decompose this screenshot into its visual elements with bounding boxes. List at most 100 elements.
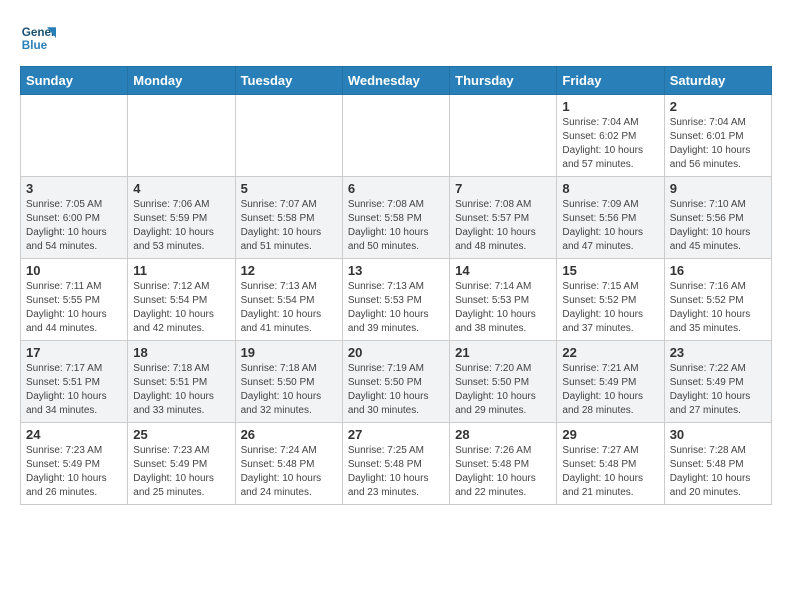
day-info: Sunrise: 7:27 AM Sunset: 5:48 PM Dayligh…: [562, 444, 658, 500]
calendar-cell: 10 Sunrise: 7:11 AM Sunset: 5:55 PM Dayli…: [21, 259, 128, 341]
day-number: 15: [562, 263, 658, 278]
calendar-cell: 23Sunrise: 7:22 AM Sunset: 5:49 PM Dayli…: [664, 341, 771, 423]
day-number: 18: [133, 345, 229, 360]
day-info: Sunrise: 7:20 AM Sunset: 5:50 PM Dayligh…: [455, 362, 551, 418]
calendar-cell: 18 Sunrise: 7:18 AM Sunset: 5:51 PM Dayli…: [128, 341, 235, 423]
day-number: 1: [562, 99, 658, 114]
calendar-cell: [450, 95, 557, 177]
col-header-monday: Monday: [128, 67, 235, 95]
day-info: Sunrise: 7:25 AM Sunset: 5:48 PM Dayligh…: [348, 444, 444, 500]
day-number: 28: [455, 427, 551, 442]
calendar-cell: 25Sunrise: 7:23 AM Sunset: 5:49 PM Dayli…: [128, 423, 235, 505]
day-number: 17: [26, 345, 122, 360]
calendar-cell: [235, 95, 342, 177]
day-info: Sunrise: 7:12 AM Sunset: 5:54 PM Dayligh…: [133, 280, 229, 336]
day-number: 10: [26, 263, 122, 278]
day-number: 4: [133, 181, 229, 196]
day-info: Sunrise: 7:15 AM Sunset: 5:52 PM Dayligh…: [562, 280, 658, 336]
day-number: 29: [562, 427, 658, 442]
calendar-cell: 15 Sunrise: 7:15 AM Sunset: 5:52 PM Dayli…: [557, 259, 664, 341]
day-info: Sunrise: 7:18 AM Sunset: 5:50 PM Dayligh…: [241, 362, 337, 418]
svg-text:Blue: Blue: [22, 39, 48, 52]
calendar-table: SundayMondayTuesdayWednesdayThursdayFrid…: [20, 66, 772, 505]
day-number: 19: [241, 345, 337, 360]
calendar-cell: 24 Sunrise: 7:23 AM Sunset: 5:49 PM Dayli…: [21, 423, 128, 505]
calendar-cell: [342, 95, 449, 177]
calendar-cell: 28 Sunrise: 7:26 AM Sunset: 5:48 PM Dayli…: [450, 423, 557, 505]
day-number: 21: [455, 345, 551, 360]
calendar-cell: 9Sunrise: 7:10 AM Sunset: 5:56 PM Daylig…: [664, 177, 771, 259]
calendar-cell: 20 Sunrise: 7:19 AM Sunset: 5:50 PM Dayli…: [342, 341, 449, 423]
calendar-cell: 2 Sunrise: 7:04 AM Sunset: 6:01 PM Daylig…: [664, 95, 771, 177]
calendar-cell: 7 Sunrise: 7:08 AM Sunset: 5:57 PM Daylig…: [450, 177, 557, 259]
day-number: 14: [455, 263, 551, 278]
calendar-cell: 6 Sunrise: 7:08 AM Sunset: 5:58 PM Daylig…: [342, 177, 449, 259]
day-number: 5: [241, 181, 337, 196]
calendar-cell: 13Sunrise: 7:13 AM Sunset: 5:53 PM Dayli…: [342, 259, 449, 341]
day-number: 6: [348, 181, 444, 196]
day-info: Sunrise: 7:08 AM Sunset: 5:58 PM Dayligh…: [348, 198, 444, 254]
logo: General Blue: [20, 20, 61, 56]
day-info: Sunrise: 7:14 AM Sunset: 5:53 PM Dayligh…: [455, 280, 551, 336]
calendar-header-row: SundayMondayTuesdayWednesdayThursdayFrid…: [21, 67, 772, 95]
day-info: Sunrise: 7:18 AM Sunset: 5:51 PM Dayligh…: [133, 362, 229, 418]
calendar-cell: 12 Sunrise: 7:13 AM Sunset: 5:54 PM Dayli…: [235, 259, 342, 341]
calendar-week-4: 24 Sunrise: 7:23 AM Sunset: 5:49 PM Dayli…: [21, 423, 772, 505]
col-header-sunday: Sunday: [21, 67, 128, 95]
calendar-week-2: 10 Sunrise: 7:11 AM Sunset: 5:55 PM Dayli…: [21, 259, 772, 341]
calendar-week-3: 17 Sunrise: 7:17 AM Sunset: 5:51 PM Dayli…: [21, 341, 772, 423]
calendar-cell: 8 Sunrise: 7:09 AM Sunset: 5:56 PM Daylig…: [557, 177, 664, 259]
day-info: Sunrise: 7:06 AM Sunset: 5:59 PM Dayligh…: [133, 198, 229, 254]
day-number: 30: [670, 427, 766, 442]
day-info: Sunrise: 7:26 AM Sunset: 5:48 PM Dayligh…: [455, 444, 551, 500]
day-number: 22: [562, 345, 658, 360]
calendar-cell: 21 Sunrise: 7:20 AM Sunset: 5:50 PM Dayli…: [450, 341, 557, 423]
day-info: Sunrise: 7:04 AM Sunset: 6:01 PM Dayligh…: [670, 116, 766, 172]
calendar-cell: 16 Sunrise: 7:16 AM Sunset: 5:52 PM Dayli…: [664, 259, 771, 341]
day-number: 11: [133, 263, 229, 278]
day-info: Sunrise: 7:13 AM Sunset: 5:54 PM Dayligh…: [241, 280, 337, 336]
calendar-cell: 27 Sunrise: 7:25 AM Sunset: 5:48 PM Dayli…: [342, 423, 449, 505]
calendar-cell: 17 Sunrise: 7:17 AM Sunset: 5:51 PM Dayli…: [21, 341, 128, 423]
calendar-cell: 11 Sunrise: 7:12 AM Sunset: 5:54 PM Dayli…: [128, 259, 235, 341]
calendar-cell: [128, 95, 235, 177]
calendar-cell: 14 Sunrise: 7:14 AM Sunset: 5:53 PM Dayli…: [450, 259, 557, 341]
day-info: Sunrise: 7:24 AM Sunset: 5:48 PM Dayligh…: [241, 444, 337, 500]
calendar-cell: 5 Sunrise: 7:07 AM Sunset: 5:58 PM Daylig…: [235, 177, 342, 259]
day-number: 12: [241, 263, 337, 278]
day-number: 3: [26, 181, 122, 196]
day-number: 24: [26, 427, 122, 442]
page-header: General Blue: [20, 20, 772, 56]
day-info: Sunrise: 7:05 AM Sunset: 6:00 PM Dayligh…: [26, 198, 122, 254]
calendar-week-1: 3 Sunrise: 7:05 AM Sunset: 6:00 PM Daylig…: [21, 177, 772, 259]
day-info: Sunrise: 7:08 AM Sunset: 5:57 PM Dayligh…: [455, 198, 551, 254]
day-number: 16: [670, 263, 766, 278]
day-info: Sunrise: 7:09 AM Sunset: 5:56 PM Dayligh…: [562, 198, 658, 254]
day-info: Sunrise: 7:11 AM Sunset: 5:55 PM Dayligh…: [26, 280, 122, 336]
day-info: Sunrise: 7:17 AM Sunset: 5:51 PM Dayligh…: [26, 362, 122, 418]
day-number: 9: [670, 181, 766, 196]
logo-icon: General Blue: [20, 20, 56, 56]
day-number: 7: [455, 181, 551, 196]
col-header-thursday: Thursday: [450, 67, 557, 95]
day-number: 20: [348, 345, 444, 360]
day-info: Sunrise: 7:19 AM Sunset: 5:50 PM Dayligh…: [348, 362, 444, 418]
day-number: 13: [348, 263, 444, 278]
calendar-week-0: 1 Sunrise: 7:04 AM Sunset: 6:02 PM Daylig…: [21, 95, 772, 177]
calendar-cell: 22 Sunrise: 7:21 AM Sunset: 5:49 PM Dayli…: [557, 341, 664, 423]
calendar-cell: 26 Sunrise: 7:24 AM Sunset: 5:48 PM Dayli…: [235, 423, 342, 505]
day-number: 27: [348, 427, 444, 442]
day-number: 26: [241, 427, 337, 442]
day-info: Sunrise: 7:04 AM Sunset: 6:02 PM Dayligh…: [562, 116, 658, 172]
day-number: 8: [562, 181, 658, 196]
day-info: Sunrise: 7:07 AM Sunset: 5:58 PM Dayligh…: [241, 198, 337, 254]
col-header-saturday: Saturday: [664, 67, 771, 95]
day-info: Sunrise: 7:16 AM Sunset: 5:52 PM Dayligh…: [670, 280, 766, 336]
calendar-cell: 29 Sunrise: 7:27 AM Sunset: 5:48 PM Dayli…: [557, 423, 664, 505]
col-header-tuesday: Tuesday: [235, 67, 342, 95]
day-info: Sunrise: 7:23 AM Sunset: 5:49 PM Dayligh…: [26, 444, 122, 500]
day-number: 25: [133, 427, 229, 442]
day-number: 2: [670, 99, 766, 114]
calendar-cell: 30Sunrise: 7:28 AM Sunset: 5:48 PM Dayli…: [664, 423, 771, 505]
day-info: Sunrise: 7:21 AM Sunset: 5:49 PM Dayligh…: [562, 362, 658, 418]
